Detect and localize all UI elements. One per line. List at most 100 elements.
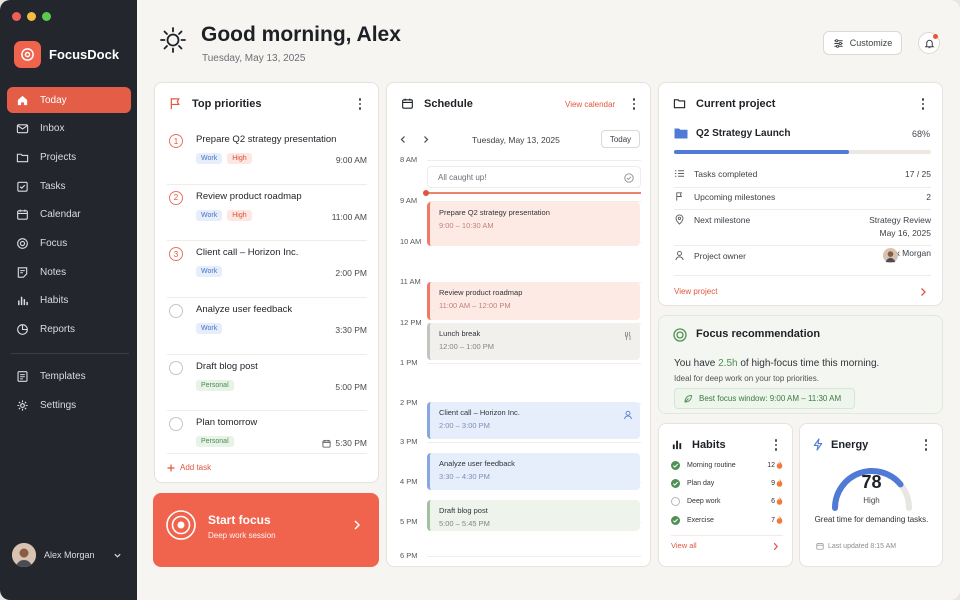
main-content: Good morning, Alex Tuesday, May 13, 2025… [137, 0, 960, 600]
habits-icon [18, 297, 28, 306]
divider [674, 209, 931, 210]
event-time: 2:00 – 3:00 PM [439, 421, 490, 430]
focus-recommendation-card: Focus recommendation You have 2.5h of hi… [658, 315, 943, 414]
view-calendar-link[interactable]: View calendar [565, 100, 615, 109]
habit-row[interactable]: Morning routine 12 [671, 460, 783, 472]
calendar-event[interactable]: Client call – Horizon Inc. 2:00 – 3:00 P… [427, 402, 640, 439]
calendar-event[interactable]: Review product roadmap 11:00 AM – 12:00 … [427, 282, 640, 320]
list-item[interactable]: 3 Client call – Horizon Inc. Work 2:00 P… [167, 241, 367, 299]
schedule-more-button[interactable] [628, 98, 640, 110]
habits-more-button[interactable] [770, 439, 782, 451]
add-task-button[interactable]: Add task [167, 463, 211, 472]
best-focus-window[interactable]: Best focus window: 9:00 AM – 11:30 AM [674, 388, 855, 409]
list-item[interactable]: 1 Prepare Q2 strategy presentation Work H… [167, 128, 367, 185]
notifications-button[interactable] [918, 32, 940, 54]
avatar [883, 248, 899, 263]
sidebar-item-tasks[interactable]: Tasks [7, 173, 131, 199]
energy-more-button[interactable] [920, 439, 932, 451]
task-checkbox[interactable] [169, 304, 183, 319]
sidebar-item-focus[interactable]: Focus [7, 230, 131, 256]
app-name: FocusDock [49, 47, 120, 62]
chevron-right-icon[interactable] [422, 135, 430, 144]
app-logo[interactable]: FocusDock [14, 41, 119, 68]
habit-done-check[interactable] [671, 461, 680, 470]
habit-row[interactable]: Deep work 6 [671, 496, 783, 508]
energy-updated: Last updated 8:15 AM [816, 542, 896, 550]
sidebar-item-label: Templates [40, 371, 86, 382]
focus-rec-subtitle: Ideal for deep work on your top prioriti… [674, 374, 819, 383]
habit-label: Morning routine [687, 462, 736, 469]
task-title: Review product roadmap [196, 190, 302, 202]
hour-gridline [427, 363, 641, 364]
rec-text-highlight: 2.5h [718, 358, 738, 369]
close-window-button[interactable] [12, 12, 21, 21]
event-title: Review product roadmap [439, 288, 523, 297]
start-focus-button[interactable]: Start focus Deep work session [153, 493, 379, 567]
habit-done-check[interactable] [671, 516, 680, 525]
energy-card: Energy 78 High Great time for demanding … [799, 423, 943, 567]
hour-label: 10 AM [400, 237, 422, 246]
task-title: Client call – Horizon Inc. [196, 247, 299, 259]
row-label: Tasks completed [694, 169, 758, 179]
hour-gridline [427, 556, 641, 557]
sidebar-item-inbox[interactable]: Inbox [7, 116, 131, 142]
start-focus-subtitle: Deep work session [208, 531, 276, 540]
user-menu[interactable]: Alex Morgan [12, 543, 122, 567]
task-time: 9:00 AM [335, 155, 367, 165]
habit-row[interactable]: Exercise 7 [671, 515, 783, 527]
list-item[interactable]: Draft blog post Personal 5:00 PM [167, 355, 367, 412]
sidebar-item-label: Calendar [40, 209, 81, 221]
calendar-event[interactable]: Draft blog post 5:00 – 5:45 PM [427, 500, 640, 531]
chevron-right-icon[interactable] [920, 287, 927, 297]
minimize-window-button[interactable] [27, 12, 36, 21]
tag-work: Work [196, 153, 223, 164]
today-button[interactable]: Today [601, 130, 640, 148]
sidebar-item-calendar[interactable]: Calendar [7, 202, 131, 228]
owner-value: Alex Morgan [883, 248, 931, 263]
user-name: Alex Morgan [44, 550, 95, 560]
priorities-more-button[interactable] [354, 98, 366, 110]
user-icon [675, 251, 684, 261]
list-item[interactable]: Plan tomorrow Personal 5:30 PM [167, 411, 367, 468]
maximize-window-button[interactable] [42, 12, 51, 21]
project-more-button[interactable] [917, 98, 929, 110]
user-icon [624, 410, 632, 420]
priorities-card: Top priorities 1 Prepare Q2 strategy pre… [154, 82, 379, 483]
add-task-label: Add task [180, 463, 212, 472]
sidebar-item-settings[interactable]: Settings [7, 392, 131, 418]
habit-row[interactable]: Plan day 9 [671, 478, 783, 490]
tasks-icon [17, 181, 28, 192]
calendar-event[interactable]: Analyze user feedback 3:30 – 4:30 PM [427, 453, 640, 490]
view-project-link[interactable]: View project [674, 287, 717, 296]
habit-checkbox[interactable] [671, 497, 680, 506]
event-time: 9:00 – 10:30 AM [439, 221, 494, 230]
plus-icon [167, 464, 175, 471]
sidebar-item-templates[interactable]: Templates [7, 364, 131, 390]
chevron-right-icon[interactable] [773, 542, 779, 551]
milestone-icon [676, 192, 683, 201]
sidebar-item-label: Projects [40, 151, 77, 163]
sliders-icon [834, 38, 843, 48]
sidebar-item-projects[interactable]: Projects [7, 144, 131, 170]
task-checkbox[interactable] [169, 360, 183, 375]
list-item[interactable]: 2 Review product roadmap Work High 11:00 … [167, 185, 367, 242]
row-label: Next milestone [694, 215, 751, 225]
task-checkbox[interactable] [169, 417, 183, 432]
view-all-habits-link[interactable]: View all [671, 541, 697, 550]
sidebar-item-label: Notes [40, 266, 67, 278]
calendar-event[interactable]: Prepare Q2 strategy presentation 9:00 – … [427, 202, 640, 246]
calendar-event[interactable]: Lunch break 12:00 – 1:00 PM [427, 323, 640, 360]
hour-label: 4 PM [400, 477, 418, 486]
hour-gridline [427, 160, 641, 161]
list-item[interactable]: Analyze user feedback Work 3:30 PM [167, 298, 367, 355]
event-title: Prepare Q2 strategy presentation [439, 208, 550, 217]
customize-button[interactable]: Customize [823, 31, 902, 55]
habit-done-check[interactable] [671, 479, 680, 488]
notes-icon [17, 266, 28, 278]
chevron-left-icon[interactable] [399, 135, 407, 144]
sidebar-item-notes[interactable]: Notes [7, 259, 131, 285]
sidebar-item-reports[interactable]: Reports [7, 317, 131, 343]
sidebar-item-today[interactable]: Today [7, 87, 131, 113]
sidebar-item-label: Inbox [40, 123, 65, 135]
sidebar-item-habits[interactable]: Habits [7, 288, 131, 314]
